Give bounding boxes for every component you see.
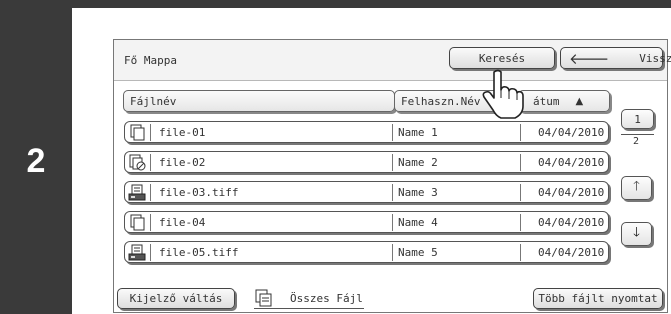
- document-filing-panel: Fő Mappa Keresés 🡐 Vissza Fájlnév Felhas…: [113, 39, 671, 313]
- row-separator: [150, 184, 151, 201]
- file-name: file-01: [159, 126, 206, 139]
- row-separator: [392, 214, 393, 231]
- column-header-file-name[interactable]: Fájlnév: [123, 90, 395, 112]
- page-divider: [621, 134, 654, 135]
- sort-ascending-icon: ▲: [575, 95, 584, 107]
- file-date: 04/04/2010: [538, 126, 605, 139]
- all-files-underline: [254, 308, 364, 309]
- file-user: Name 2: [398, 156, 438, 169]
- copy-job-icon: [128, 124, 146, 141]
- print-multiple-label: Több fájlt nyomtat: [538, 292, 658, 305]
- column-header-date[interactable]: átum ▲: [518, 90, 610, 112]
- top-band: [0, 0, 671, 8]
- all-files-label: Összes Fájl: [290, 292, 363, 305]
- folder-title: Fő Mappa: [124, 54, 177, 67]
- current-page-label: 1: [634, 112, 641, 126]
- row-separator: [150, 124, 151, 141]
- row-separator: [150, 214, 151, 231]
- copy-job-icon: [128, 214, 146, 231]
- row-separator: [392, 124, 393, 141]
- row-separator: [520, 214, 521, 231]
- row-separator: [392, 244, 393, 261]
- display-toggle-button[interactable]: Kijelző váltás: [117, 288, 235, 309]
- file-date: 04/04/2010: [538, 246, 605, 259]
- file-user: Name 3: [398, 186, 438, 199]
- back-button-label: Vissza: [639, 51, 671, 65]
- column-header-date-label: átum: [533, 94, 560, 108]
- file-date: 04/04/2010: [538, 216, 605, 229]
- scan-tiff-icon: [128, 184, 146, 201]
- file-user: Name 4: [398, 216, 438, 229]
- file-row[interactable]: file-04 Name 4 04/04/2010: [124, 211, 609, 233]
- file-row[interactable]: file-05.tiff Name 5 04/04/2010: [124, 241, 609, 263]
- search-button-label: Keresés: [478, 51, 526, 65]
- folder-header: Fő Mappa Keresés 🡐 Vissza: [114, 40, 671, 81]
- print-multiple-button[interactable]: Több fájlt nyomtat: [533, 288, 663, 309]
- row-separator: [392, 154, 393, 171]
- display-toggle-label: Kijelző váltás: [129, 292, 223, 305]
- scroll-down-button[interactable]: 🡓: [621, 222, 652, 246]
- row-separator: [150, 244, 151, 261]
- file-user: Name 1: [398, 126, 438, 139]
- file-name: file-02: [159, 156, 206, 169]
- arrow-up-icon: 🡑: [633, 179, 640, 194]
- file-date: 04/04/2010: [538, 186, 605, 199]
- file-row[interactable]: file-02 Name 2 04/04/2010: [124, 151, 609, 173]
- pointing-hand-cursor-icon: [480, 68, 524, 124]
- file-name: file-05.tiff: [159, 246, 239, 259]
- row-separator: [520, 244, 521, 261]
- file-row[interactable]: file-01 Name 1 04/04/2010: [124, 121, 609, 143]
- column-header-user-name-label: Felhaszn.Név: [401, 94, 481, 108]
- step-number: 2: [0, 8, 72, 314]
- copy-protected-icon: [128, 154, 146, 171]
- total-pages-label: 2: [633, 136, 640, 147]
- file-row[interactable]: file-03.tiff Name 3 04/04/2010: [124, 181, 609, 203]
- row-separator: [150, 154, 151, 171]
- back-arrow-icon: 🡐: [569, 49, 610, 68]
- file-name: file-03.tiff: [159, 186, 239, 199]
- file-name: file-04: [159, 216, 206, 229]
- row-separator: [520, 124, 521, 141]
- arrow-down-icon: 🡓: [633, 225, 640, 240]
- column-header-file-name-label: Fájlnév: [130, 94, 177, 108]
- scan-tiff-icon: [128, 244, 146, 261]
- search-button[interactable]: Keresés: [449, 47, 555, 69]
- scroll-up-button[interactable]: 🡑: [621, 176, 652, 200]
- footer-bar: Kijelző váltás Összes Fájl Több fájlt ny…: [114, 284, 667, 312]
- file-user: Name 5: [398, 246, 438, 259]
- page-1-button[interactable]: 1: [621, 109, 654, 129]
- row-separator: [520, 154, 521, 171]
- file-date: 04/04/2010: [538, 156, 605, 169]
- back-button[interactable]: 🡐 Vissza: [560, 47, 671, 69]
- row-separator: [392, 184, 393, 201]
- row-separator: [520, 184, 521, 201]
